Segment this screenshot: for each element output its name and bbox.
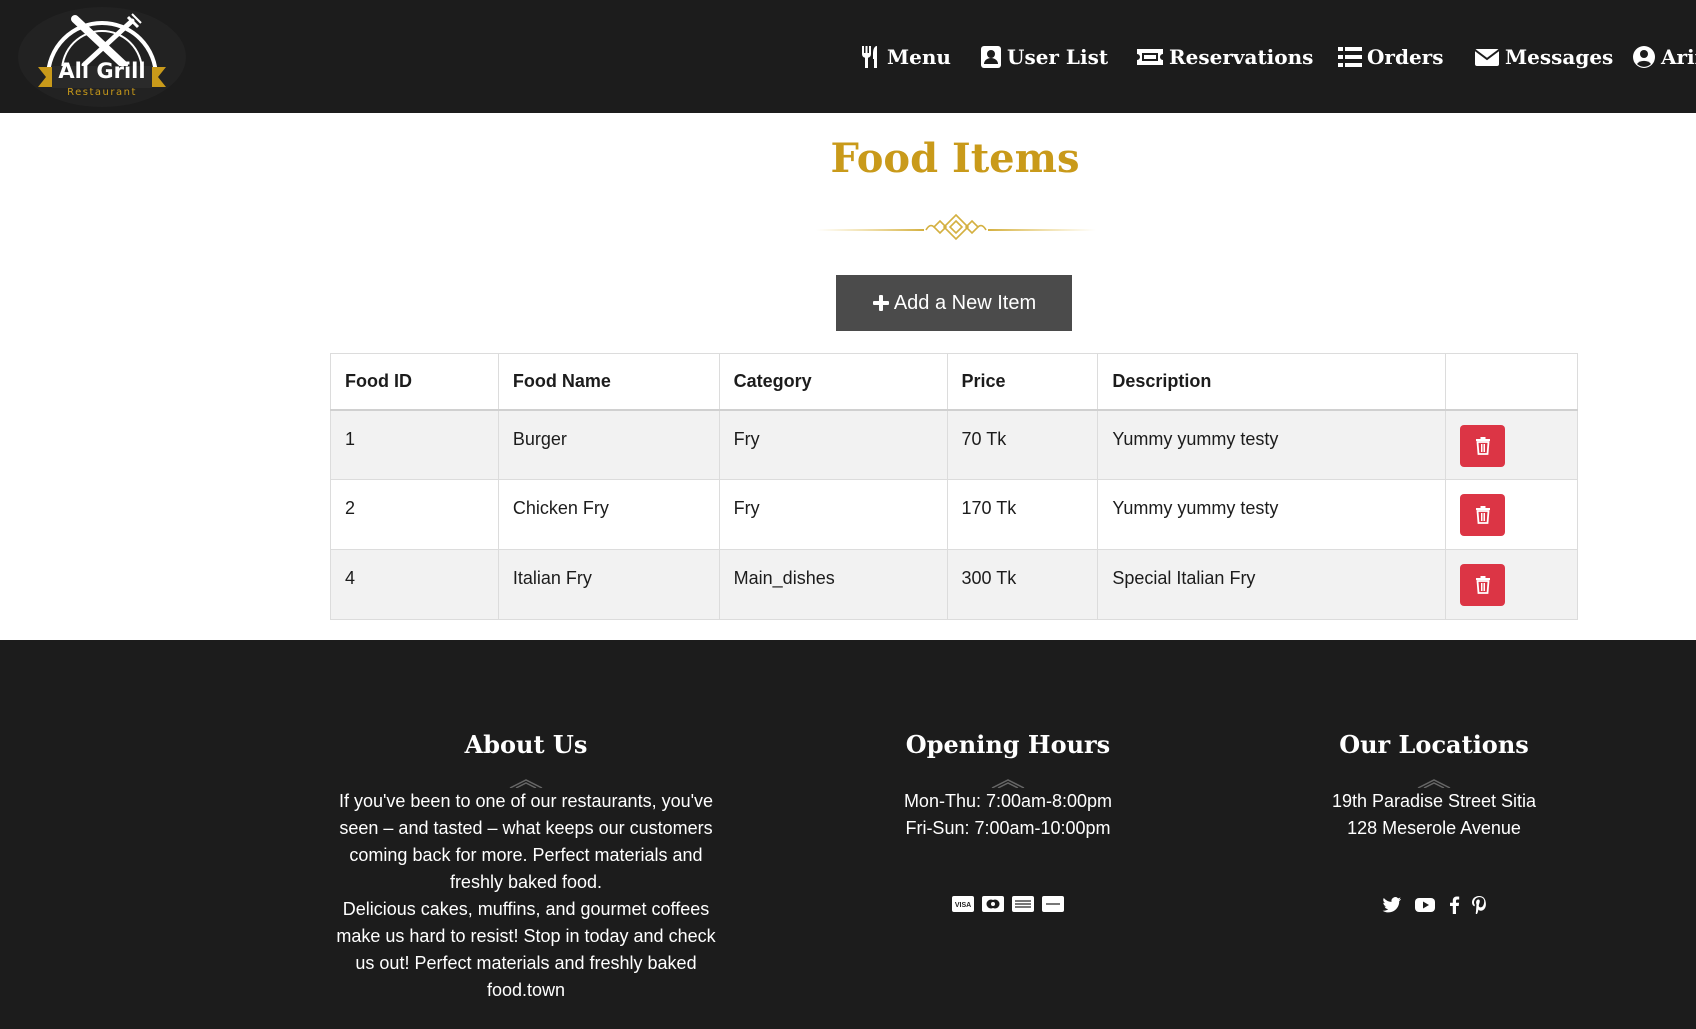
nav-item-label: User List — [1007, 45, 1109, 69]
cell-actions — [1445, 549, 1578, 620]
brand-name: All Grill — [58, 59, 146, 83]
nav-item-orders[interactable]: Orders — [1338, 40, 1443, 74]
twitter-icon[interactable] — [1382, 896, 1402, 914]
ornament-divider-icon — [816, 213, 1096, 241]
envelope-icon — [1474, 49, 1500, 66]
contact-card-icon — [981, 46, 1001, 68]
nav-item-label: Reservations — [1169, 45, 1314, 69]
list-icon — [1338, 47, 1362, 67]
nav-item-reservations[interactable]: Reservations — [1136, 40, 1313, 74]
cell-food-id: 1 — [330, 409, 499, 480]
cell-food-name: Burger — [497, 409, 720, 480]
site-footer: About Us If you've been to one of our re… — [0, 640, 1696, 1029]
add-new-item-label: Add a New Item — [893, 291, 1037, 314]
utensils-icon — [862, 46, 877, 68]
footer-hours-weekday: Mon-Thu: 7:00am-8:00pm — [903, 791, 1113, 811]
cell-description: Yummy yummy testy — [1097, 479, 1447, 550]
cell-description: Special Italian Fry — [1097, 549, 1447, 620]
cell-category: Fry — [718, 479, 948, 550]
footer-location-2: 128 Meserole Avenue — [1347, 818, 1521, 838]
cell-food-id: 4 — [330, 549, 499, 620]
trash-icon — [1475, 576, 1490, 594]
cell-description: Yummy yummy testy — [1097, 409, 1447, 480]
cell-actions — [1445, 409, 1578, 480]
column-header-food-name[interactable]: Food Name — [497, 353, 720, 411]
footer-about-text: If you've been to one of our restaurants… — [338, 791, 714, 892]
cell-category: Fry — [718, 409, 948, 480]
nav-item-label: Orders — [1367, 45, 1444, 69]
nav-item-user-list[interactable]: User List — [980, 40, 1108, 74]
trash-icon — [1475, 436, 1490, 455]
plus-icon — [872, 295, 889, 311]
trash-icon — [1475, 506, 1490, 524]
column-header-food-id[interactable]: Food ID — [330, 353, 499, 411]
facebook-icon[interactable] — [1448, 896, 1460, 914]
delete-item-button[interactable] — [1460, 494, 1506, 536]
footer-hours-section: Opening Hours Mon-Thu: 7:00am-8:00pm Fri… — [808, 730, 1208, 912]
footer-about-heading: About Us — [464, 730, 588, 759]
nav-item-label: Arif — [1661, 45, 1696, 69]
cell-price: 70 Tk — [946, 409, 1099, 480]
column-header-actions — [1445, 353, 1578, 411]
table-row: 1 Burger Fry 70 Tk Yummy yummy testy — [330, 409, 1578, 480]
nav-item-label: Menu — [887, 45, 951, 69]
footer-locations-section: Our Locations 19th Paradise Street Sitia… — [1234, 730, 1634, 914]
table-row: 2 Chicken Fry Fry 170 Tk Yummy yummy tes… — [330, 479, 1578, 550]
cell-price: 170 Tk — [946, 479, 1099, 550]
cell-category: Main_dishes — [718, 549, 948, 620]
page-title: Food Items — [830, 135, 1080, 182]
table-row: 4 Italian Fry Main_dishes 300 Tk Special… — [330, 549, 1578, 620]
user-circle-icon — [1633, 46, 1655, 68]
brand-logo[interactable]: All Grill Restaurant — [18, 7, 186, 107]
delete-item-button[interactable] — [1460, 424, 1506, 467]
nav-item-label: Messages — [1505, 45, 1614, 69]
cell-food-id: 2 — [330, 479, 499, 550]
add-new-item-button[interactable]: Add a New Item — [836, 275, 1072, 331]
cell-food-name: Chicken Fry — [497, 479, 720, 550]
delete-item-button[interactable] — [1460, 564, 1506, 606]
payment-icons: VISA — [808, 896, 1208, 912]
ticket-icon — [1137, 49, 1163, 65]
nav-item-messages[interactable]: Messages — [1474, 40, 1613, 74]
footer-about-section: About Us If you've been to one of our re… — [326, 730, 726, 1004]
cell-price: 300 Tk — [946, 549, 1099, 620]
column-header-category[interactable]: Category — [718, 353, 948, 411]
social-icons — [1234, 896, 1634, 914]
visa-icon: VISA — [952, 896, 974, 912]
column-header-price[interactable]: Price — [946, 353, 1099, 411]
ornament-divider-icon — [991, 779, 1025, 788]
footer-location-1: 19th Paradise Street Sitia — [1331, 791, 1537, 811]
ornament-divider-icon — [1417, 779, 1451, 788]
footer-hours-weekend: Fri-Sun: 7:00am-10:00pm — [905, 818, 1111, 838]
paypal-icon — [1042, 896, 1064, 912]
mastercard-icon — [982, 896, 1004, 912]
footer-about-text-2: Delicious cakes, muffins, and gourmet co… — [336, 899, 716, 1000]
svg-text:VISA: VISA — [955, 902, 971, 909]
brand-tagline: Restaurant — [67, 87, 137, 98]
youtube-icon[interactable] — [1414, 896, 1436, 914]
footer-hours-heading: Opening Hours — [905, 730, 1111, 759]
cell-actions — [1445, 479, 1578, 550]
nav-item-menu[interactable]: Menu — [860, 40, 951, 74]
top-navbar: All Grill Restaurant Menu User List Rese… — [0, 0, 1696, 113]
table-header-row: Food ID Food Name Category Price Descrip… — [330, 353, 1578, 411]
nav-item-user[interactable]: Arif — [1632, 40, 1696, 74]
ornament-divider-icon — [509, 779, 543, 788]
column-header-description[interactable]: Description — [1097, 353, 1447, 411]
footer-locations-heading: Our Locations — [1339, 730, 1529, 759]
cell-food-name: Italian Fry — [497, 549, 720, 620]
amex-icon — [1012, 896, 1034, 912]
pinterest-icon[interactable] — [1472, 896, 1486, 914]
food-items-table: Food ID Food Name Category Price Descrip… — [330, 353, 1578, 620]
